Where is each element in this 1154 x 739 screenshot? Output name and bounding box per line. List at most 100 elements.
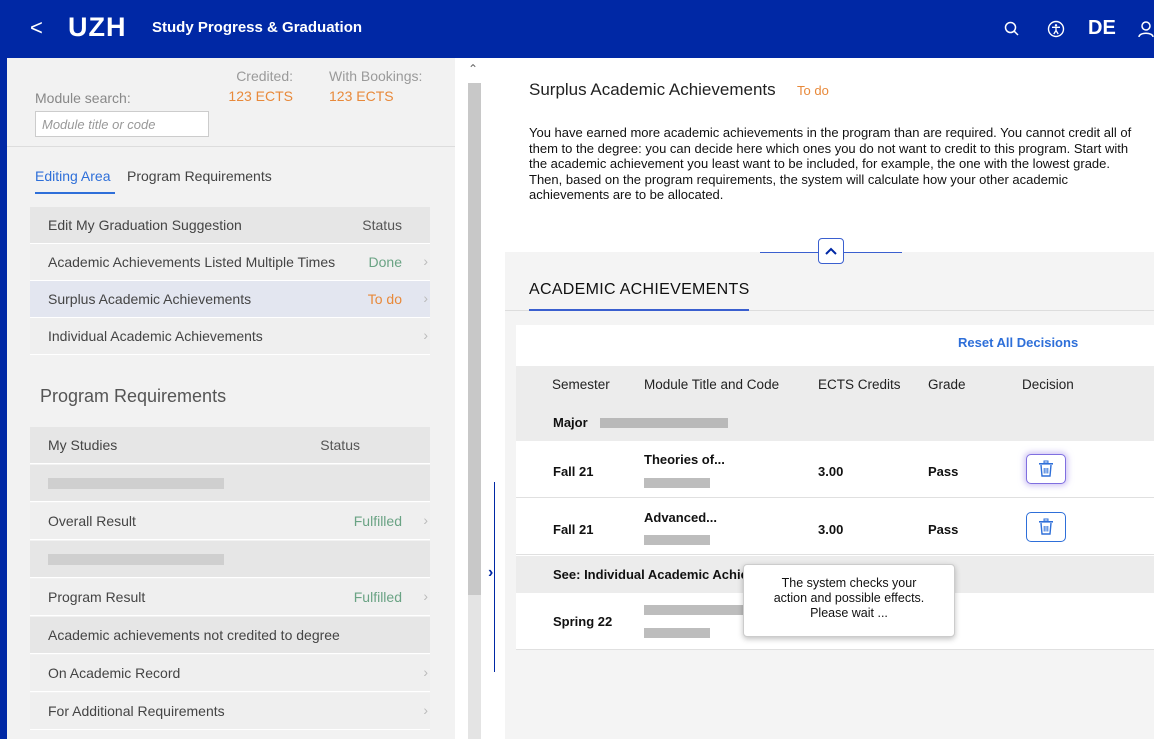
sidebar-item-label: Individual Academic Achievements xyxy=(48,328,263,344)
placeholder-row xyxy=(30,541,430,578)
status-badge: Done xyxy=(368,254,402,270)
search-icon[interactable] xyxy=(1002,19,1022,39)
sidebar-item-on-record[interactable]: On Academic Record › xyxy=(30,655,430,692)
column-header-ects: ECTS Credits xyxy=(818,377,901,392)
status-badge: To do xyxy=(367,291,402,307)
my-studies-header-row: My Studies Status xyxy=(30,427,430,464)
redacted-bar xyxy=(644,535,710,545)
user-icon[interactable] xyxy=(1136,19,1154,39)
editing-header-label: Edit My Graduation Suggestion xyxy=(48,217,242,233)
sidebar-scrollbar[interactable]: ⌃ xyxy=(468,58,481,739)
column-header-grade: Grade xyxy=(928,377,966,392)
page-title: Surplus Academic Achievements xyxy=(529,80,776,99)
group-row-major: Major xyxy=(516,404,1154,441)
status-header: Status xyxy=(320,437,360,453)
semester-cell: Spring 22 xyxy=(553,614,613,629)
sidebar-item-surplus[interactable]: Surplus Academic Achievements To do › xyxy=(30,281,430,318)
collapse-button[interactable] xyxy=(818,238,844,264)
grade-cell: Pass xyxy=(928,464,959,479)
divider-line xyxy=(760,252,818,253)
reset-all-decisions-link[interactable]: Reset All Decisions xyxy=(958,335,1078,351)
not-credited-header-row: Academic achievements not credited to de… xyxy=(30,617,430,654)
panel-splitter[interactable] xyxy=(494,482,495,672)
column-header-decision: Decision xyxy=(1022,377,1074,392)
scrollbar-thumb[interactable] xyxy=(468,83,481,595)
section-title: ACADEMIC ACHIEVEMENTS xyxy=(529,281,750,298)
language-switch[interactable]: DE xyxy=(1088,17,1116,39)
chevron-right-icon: › xyxy=(423,512,428,528)
trash-icon xyxy=(1039,518,1053,535)
chevron-right-icon[interactable]: › xyxy=(488,564,493,582)
chevron-right-icon: › xyxy=(423,290,428,306)
ects-cell: 3.00 xyxy=(818,522,844,537)
delete-button[interactable] xyxy=(1026,454,1066,484)
trash-icon xyxy=(1039,460,1053,477)
loading-toast: The system checks your action and possib… xyxy=(743,564,955,637)
description-text: You have earned more academic achievemen… xyxy=(529,125,1132,202)
my-studies-label: My Studies xyxy=(48,437,118,453)
table-row: Fall 21 Theories of... 3.00 Pass xyxy=(516,441,1154,498)
not-credited-label: Academic achievements not credited to de… xyxy=(48,627,340,643)
group-label: Major xyxy=(553,415,588,430)
chevron-up-icon[interactable]: ⌃ xyxy=(468,62,478,76)
sidebar-item-label: For Additional Requirements xyxy=(48,703,225,719)
module-search-input[interactable] xyxy=(35,111,209,137)
redacted-bar xyxy=(644,478,710,488)
sidebar-item-label: Program Result xyxy=(48,589,146,605)
left-edge-bar xyxy=(0,58,7,739)
status-badge: To do xyxy=(797,83,829,98)
sidebar-item-label: On Academic Record xyxy=(48,665,181,681)
sidebar-item-label: Surplus Academic Achievements xyxy=(48,291,252,307)
column-header-semester: Semester xyxy=(552,377,610,392)
semester-cell: Fall 21 xyxy=(553,522,594,537)
placeholder-row xyxy=(30,465,430,502)
sidebar-item-multiple-times[interactable]: Academic Achievements Listed Multiple Ti… xyxy=(30,244,430,281)
tab-label: Editing Area xyxy=(35,168,111,184)
editing-header-row: Edit My Graduation Suggestion Status xyxy=(30,207,430,244)
toast-line: action and possible effects. xyxy=(773,591,925,605)
column-header-module: Module Title and Code xyxy=(644,377,780,392)
sidebar-item-additional[interactable]: For Additional Requirements › xyxy=(30,693,430,730)
redacted-bar xyxy=(644,628,710,638)
sidebar-item-overall-result[interactable]: Overall Result Fulfilled › xyxy=(30,503,430,540)
active-tab-indicator xyxy=(35,192,115,194)
tab-editing-area[interactable]: Editing Area xyxy=(35,168,115,194)
uzh-logo[interactable]: UZH xyxy=(68,13,127,41)
sidebar-item-label: Academic Achievements Listed Multiple Ti… xyxy=(48,254,336,270)
section-underline xyxy=(529,309,749,311)
sidebar-item-individual[interactable]: Individual Academic Achievements › xyxy=(30,318,430,355)
chevron-right-icon: › xyxy=(423,588,428,604)
chevron-right-icon: › xyxy=(423,702,428,718)
tab-divider xyxy=(7,146,455,147)
bookings-value: 123 ECTS xyxy=(329,88,394,104)
grade-cell: Pass xyxy=(928,522,959,537)
program-requirements-title: Program Requirements xyxy=(40,386,227,406)
bookings-label: With Bookings: xyxy=(329,68,423,84)
toast-line: Please wait ... xyxy=(810,606,888,620)
module-cell[interactable]: Advanced... xyxy=(644,510,717,526)
group-label: See: Individual Academic Achie xyxy=(553,567,748,582)
table-row: Fall 21 Advanced... 3.00 Pass xyxy=(516,498,1154,555)
sidebar-item-program-result[interactable]: Program Result Fulfilled › xyxy=(30,579,430,616)
semester-cell: Fall 21 xyxy=(553,464,594,479)
top-bar: < UZH Study Progress & Graduation DE xyxy=(0,0,1154,58)
redacted-bar xyxy=(48,478,224,489)
redacted-bar xyxy=(600,418,728,428)
module-search-label: Module search: xyxy=(35,90,131,106)
status-badge: Fulfilled xyxy=(353,589,402,605)
module-cell[interactable]: Theories of... xyxy=(644,452,725,468)
chevron-right-icon: › xyxy=(423,327,428,343)
status-badge: Fulfilled xyxy=(353,513,402,529)
accessibility-icon[interactable] xyxy=(1046,19,1066,39)
back-button[interactable]: < xyxy=(30,17,43,39)
redacted-bar xyxy=(48,554,224,565)
toast-line: The system checks your xyxy=(781,576,917,590)
tab-program-requirements[interactable]: Program Requirements xyxy=(127,168,272,184)
sidebar-item-label: Overall Result xyxy=(48,513,136,529)
credited-value: 123 ECTS xyxy=(228,88,293,104)
ects-cell: 3.00 xyxy=(818,464,844,479)
status-header: Status xyxy=(362,217,402,233)
table-header: Semester Module Title and Code ECTS Cred… xyxy=(516,366,1154,404)
delete-button[interactable] xyxy=(1026,512,1066,542)
divider-line xyxy=(844,252,902,253)
